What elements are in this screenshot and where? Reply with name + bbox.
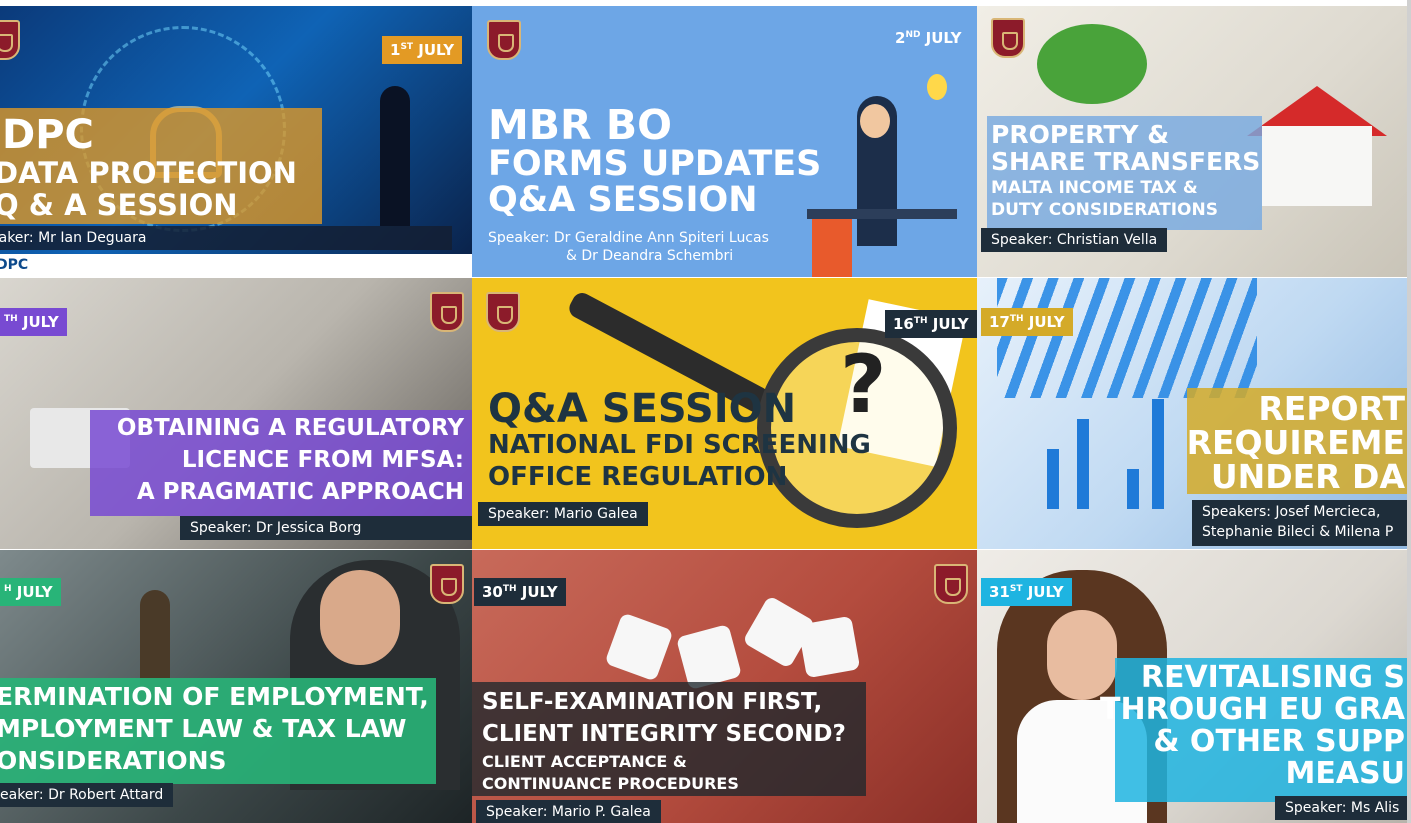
title-line-3: UNDER DA bbox=[1210, 457, 1405, 496]
title-line-4: DUTY CONSIDERATIONS bbox=[991, 200, 1218, 220]
speaker-line-1: Speaker: Dr Geraldine Ann Spiteri Lucas bbox=[488, 230, 769, 246]
webinar-card-regulatory-licence-mfsa[interactable]: TH JULY OBTAINING A REGULATORY LICENCE F… bbox=[0, 278, 472, 549]
title-line-2: LICENCE FROM MFSA: bbox=[181, 447, 464, 473]
title-line-2: SHARE TRANSFERS bbox=[991, 147, 1261, 176]
chart-bar-decoration bbox=[1152, 399, 1164, 509]
speaker-bar: Speaker: Mario P. Galea bbox=[476, 800, 661, 823]
mia-crest-icon bbox=[0, 20, 20, 60]
date-badge: 2ND JULY bbox=[895, 29, 962, 47]
lightbulb-icon bbox=[927, 74, 947, 100]
mia-crest-icon bbox=[486, 292, 520, 332]
title-line-3: CLIENT ACCEPTANCE & bbox=[482, 752, 687, 771]
speaker-line-2: Stephanie Bileci & Milena P bbox=[1202, 524, 1394, 540]
title-line-1: REVITALISING S bbox=[1140, 660, 1405, 695]
mia-crest-icon bbox=[487, 20, 521, 60]
speaker-bar: Speaker: Ms Alis bbox=[1275, 796, 1407, 820]
chart-bar-decoration bbox=[1047, 449, 1059, 509]
puzzle-piece bbox=[797, 615, 861, 679]
webinar-card-dpc-data-protection[interactable]: 1ST JULY DPC DATA PROTECTION Q & A SESSI… bbox=[0, 6, 472, 277]
mia-crest-icon bbox=[991, 18, 1025, 58]
chart-stripes-decoration bbox=[997, 278, 1257, 398]
webinar-grid: 1ST JULY DPC DATA PROTECTION Q & A SESSI… bbox=[0, 6, 1407, 823]
title-line-2: MPLOYMENT LAW & TAX LAW bbox=[0, 714, 407, 743]
title-line-2: FORMS UPDATES bbox=[488, 144, 822, 184]
date-badge: H JULY bbox=[0, 578, 61, 606]
date-badge: 30TH JULY bbox=[474, 578, 566, 606]
speaker-line-2: & Dr Deandra Schembri bbox=[566, 248, 734, 264]
title-line-1: Q&A SESSION bbox=[488, 386, 797, 432]
desk-illustration bbox=[807, 209, 957, 219]
speaker-bar: eaker: Mr Ian Deguara bbox=[0, 226, 452, 250]
title-line-2: REQUIREME bbox=[1186, 423, 1405, 462]
speaker-line-1: Speakers: Josef Mercieca, bbox=[1202, 504, 1381, 520]
title-line-3: OFFICE REGULATION bbox=[488, 462, 788, 492]
title-line-1: MBR BO bbox=[488, 101, 672, 149]
question-mark-icon: ? bbox=[840, 338, 887, 431]
webinar-card-mbr-bo-forms[interactable]: 2ND JULY MBR BO FORMS UPDATES Q&A SESSIO… bbox=[472, 6, 977, 277]
woman-face bbox=[1047, 610, 1117, 700]
presenter-silhouette bbox=[380, 86, 410, 226]
webinar-card-termination-of-employment[interactable]: H JULY ERMINATION OF EMPLOYMENT, MPLOYME… bbox=[0, 550, 472, 823]
businessman-head bbox=[860, 104, 890, 138]
puzzle-piece bbox=[604, 612, 674, 682]
title-line-1: PROPERTY & bbox=[991, 120, 1170, 149]
plant-illustration bbox=[1037, 24, 1147, 104]
title-line-1: OBTAINING A REGULATORY bbox=[116, 415, 464, 441]
house-illustration bbox=[1262, 126, 1372, 206]
vertical-scrollbar[interactable] bbox=[1407, 0, 1411, 823]
webinar-card-fdi-screening[interactable]: ? 16TH JULY Q&A SESSION NATIONAL FDI SCR… bbox=[472, 278, 977, 549]
speaker-bar: eaker: Dr Robert Attard bbox=[0, 783, 174, 807]
title-line-2: DATA PROTECTION bbox=[0, 156, 297, 190]
title-line-1: ERMINATION OF EMPLOYMENT, bbox=[0, 682, 429, 711]
date-badge: 16TH JULY bbox=[885, 310, 977, 338]
businessman-face bbox=[320, 570, 400, 665]
speaker-bar: Speaker: Mario Galea bbox=[478, 502, 648, 526]
mia-crest-icon bbox=[430, 292, 464, 332]
title-line-3: MALTA INCOME TAX & bbox=[991, 178, 1198, 198]
puzzle-piece bbox=[675, 623, 743, 691]
webinar-card-property-share-transfers[interactable]: PROPERTY & SHARE TRANSFERS MALTA INCOME … bbox=[977, 6, 1407, 277]
title-line-4: CONTINUANCE PROCEDURES bbox=[482, 774, 739, 793]
title-line-3: Q&A SESSION bbox=[488, 180, 758, 220]
speaker-bar: Speaker: Christian Vella bbox=[981, 228, 1168, 252]
title-line-2: CLIENT INTEGRITY SECOND? bbox=[482, 721, 846, 747]
speaker-bar: Speaker: Dr Jessica Borg bbox=[180, 516, 472, 540]
title-line-3: A PRAGMATIC APPROACH bbox=[136, 479, 464, 505]
dpc-logo: DPC bbox=[0, 257, 29, 273]
chart-bar-decoration bbox=[1077, 419, 1089, 509]
title-line-1: REPORT bbox=[1258, 389, 1405, 428]
title-line-2: NATIONAL FDI SCREENING bbox=[488, 430, 871, 460]
date-badge: TH JULY bbox=[0, 308, 67, 336]
logo-strip: DPC bbox=[0, 254, 472, 277]
title-line-1: DPC bbox=[2, 112, 94, 158]
drawer-illustration bbox=[812, 219, 852, 277]
title-line-3: Q & A SESSION bbox=[0, 188, 238, 222]
date-badge: 1ST JULY bbox=[382, 36, 463, 64]
webinar-card-revitalising-smes[interactable]: 31ST JULY REVITALISING S THROUGH EU GRA … bbox=[977, 550, 1407, 823]
mia-crest-icon bbox=[430, 564, 464, 604]
title-line-2: THROUGH EU GRA bbox=[1100, 692, 1405, 727]
title-line-3: & OTHER SUPP bbox=[1153, 724, 1405, 759]
webinar-card-reporting-requirements[interactable]: 17TH JULY REPORT REQUIREME UNDER DA Spea… bbox=[977, 278, 1407, 549]
date-badge: 17TH JULY bbox=[981, 308, 1073, 336]
title-line-1: SELF-EXAMINATION FIRST, bbox=[482, 689, 823, 715]
date-badge: 31ST JULY bbox=[981, 578, 1072, 606]
title-line-4: MEASU bbox=[1285, 756, 1405, 791]
webinar-card-client-acceptance[interactable]: 30TH JULY SELF-EXAMINATION FIRST, CLIENT… bbox=[472, 550, 977, 823]
title-line-3: ONSIDERATIONS bbox=[0, 746, 227, 775]
mia-crest-icon bbox=[934, 564, 968, 604]
chart-bar-decoration bbox=[1127, 469, 1139, 509]
